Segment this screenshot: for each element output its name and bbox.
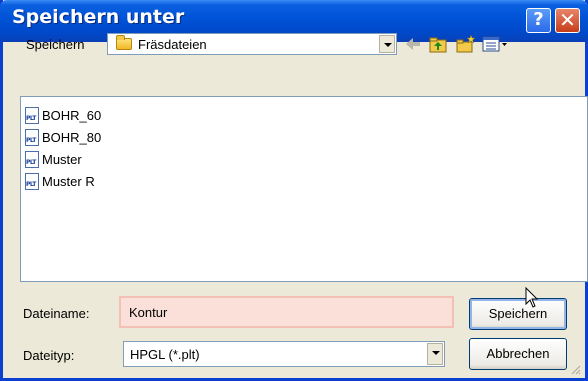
dialog-title: Speichern unter bbox=[12, 6, 185, 28]
help-button[interactable]: ? bbox=[526, 8, 551, 33]
save-in-combo[interactable]: Fräsdateien bbox=[107, 33, 397, 55]
plt-file-icon: PLT bbox=[25, 150, 39, 168]
filetype-value: HPGL (*.plt) bbox=[130, 347, 200, 362]
filetype-combo[interactable]: HPGL (*.plt) bbox=[123, 341, 445, 367]
new-folder-icon[interactable] bbox=[455, 34, 477, 54]
folder-icon bbox=[116, 35, 132, 50]
save-button[interactable]: Speichern bbox=[469, 298, 567, 330]
chevron-down-icon[interactable] bbox=[379, 35, 395, 53]
plt-file-icon: PLT bbox=[25, 128, 39, 146]
file-name: Muster R bbox=[42, 173, 95, 189]
view-menu-icon[interactable] bbox=[481, 34, 509, 54]
chevron-down-icon[interactable] bbox=[427, 343, 443, 365]
cancel-button[interactable]: Abbrechen bbox=[469, 338, 567, 370]
mouse-cursor-icon bbox=[525, 287, 539, 308]
save-in-label: Speichern bbox=[26, 37, 85, 52]
resize-grip-icon[interactable] bbox=[569, 363, 581, 375]
filename-field[interactable]: Kontur bbox=[119, 296, 454, 328]
file-name: BOHR_60 bbox=[42, 107, 102, 123]
plt-file-icon: PLT bbox=[25, 106, 39, 124]
filetype-label: Dateityp: bbox=[23, 348, 75, 363]
file-list[interactable]: PLT BOHR_60 PLT BOHR_80 PLT Muster PLT M… bbox=[20, 96, 588, 282]
list-item[interactable]: PLT Muster R bbox=[25, 171, 95, 191]
filename-label: Dateiname: bbox=[23, 306, 90, 321]
list-item[interactable]: PLT Muster bbox=[25, 149, 82, 169]
up-folder-icon[interactable] bbox=[428, 34, 448, 54]
back-arrow-icon[interactable] bbox=[404, 34, 422, 54]
close-button[interactable]: ✕ bbox=[555, 8, 580, 33]
list-item[interactable]: PLT BOHR_80 bbox=[25, 127, 101, 147]
file-name: Muster bbox=[42, 151, 82, 167]
save-as-dialog: Speichern unter ? ✕ Speichern Fräsdateie… bbox=[0, 0, 588, 381]
file-name: BOHR_80 bbox=[42, 129, 102, 145]
plt-file-icon: PLT bbox=[25, 172, 39, 190]
list-item[interactable]: PLT BOHR_60 bbox=[25, 105, 101, 125]
save-in-folder-name: Fräsdateien bbox=[138, 37, 207, 52]
